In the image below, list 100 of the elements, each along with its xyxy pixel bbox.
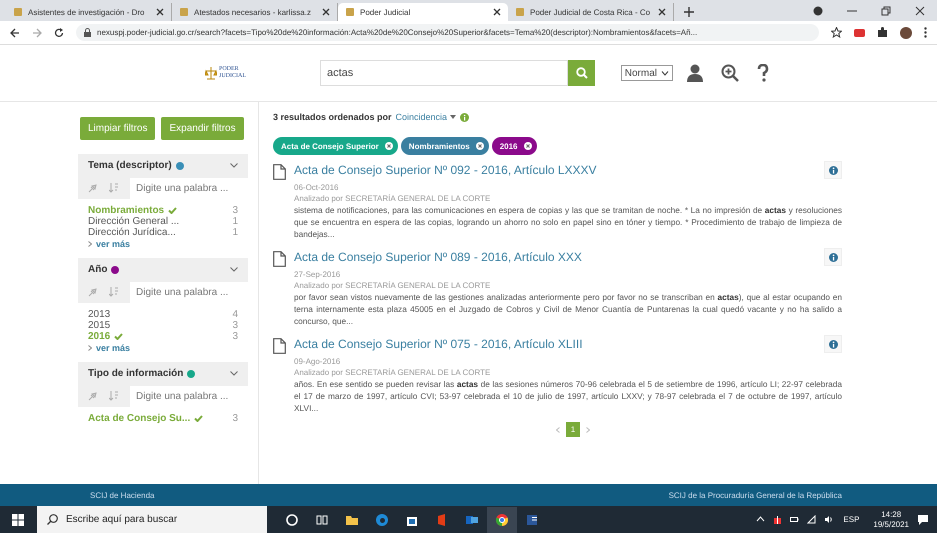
- info-icon: [828, 166, 838, 174]
- result-snippet: años. En ese sentido se pueden revisar las actas de las sesiones números 70-96 celebrada el 5 de setiembre de 1996, artículo LI; 22-97 celebrada el 17 de marzo de 1997, artículo CVI; 53-97 celebrada el 10 de julio de 1997, artículo LXXV; y 78-97 celebrada el 7 de octubre de 1997, artículo XLVI...: [294, 378, 842, 414]
- result-date: 09-Ago-2016: [294, 356, 342, 367]
- avatar-icon[interactable]: [900, 26, 912, 38]
- notification-icon[interactable]: [917, 514, 929, 526]
- info-icon: [828, 340, 838, 348]
- wifi-icon[interactable]: [807, 515, 816, 524]
- facet-title: Tipo de información: [88, 368, 184, 379]
- item-count: 4: [232, 309, 238, 320]
- result-snippet: sistema de notificaciones, para las comunicaciones en espera de copias y las que se tramitan de noche. * La no impresión de actas y resoluciones que se encuentra en espera de las copias, logrando un ahorro no solo en papel sino en tóner y tiempo. * Procedimiento de trabajo de limpieza de bandejas...: [294, 204, 842, 240]
- close-icon[interactable]: [322, 8, 330, 16]
- plus-icon[interactable]: [684, 7, 694, 17]
- chevron-down-icon[interactable]: [230, 163, 238, 168]
- result-author: Analizado por SECRETARÍA GENERAL DE LA CORTE: [294, 280, 492, 291]
- see-more-link[interactable]: ver más: [88, 239, 238, 249]
- facet-item[interactable]: 2015 3: [88, 320, 238, 331]
- info-button[interactable]: [824, 248, 842, 266]
- remove-icon: [384, 142, 393, 150]
- browser-tab[interactable]: Poder Judicial de Costa Rica - Co: [508, 3, 674, 21]
- info-button[interactable]: [824, 161, 842, 179]
- address-bar[interactable]: nexuspj.poder-judicial.go.cr/search?facets=Tipo%20de%20información:Acta%20de%20Consejo%20Superior&facets=Tema%20(descriptor):Nombramientos&facets=Añ...: [76, 24, 819, 41]
- search-field[interactable]: actas: [320, 60, 568, 86]
- filter-input[interactable]: Digite una palabra ...: [130, 178, 248, 198]
- item-count: 3: [232, 320, 238, 331]
- clock-date[interactable]: 19/5/2021: [873, 520, 909, 530]
- result-title-link[interactable]: Acta de Consejo Superior Nº 075 - 2016, Artículo XLIII: [294, 337, 583, 351]
- item-count: 1: [232, 216, 238, 227]
- close-icon[interactable]: [915, 6, 925, 16]
- check-icon: [168, 207, 178, 214]
- footer-link[interactable]: SCIJ de la Procuraduría General de la República: [668, 490, 842, 500]
- extension-icon[interactable]: [854, 27, 865, 38]
- facet-header[interactable]: Año: [78, 258, 248, 281]
- search-icon: [576, 67, 588, 79]
- close-icon[interactable]: [493, 8, 501, 16]
- chrome-icon[interactable]: [487, 506, 517, 532]
- clock-time[interactable]: 14:28: [881, 510, 902, 520]
- windows-icon[interactable]: [12, 514, 24, 526]
- close-icon[interactable]: [156, 8, 164, 16]
- close-icon[interactable]: [658, 8, 666, 16]
- result-author: Analizado por SECRETARÍA GENERAL DE LA CORTE: [294, 367, 492, 378]
- item-count: 3: [232, 413, 238, 424]
- tab-title: Poder Judicial de Costa Rica - Co: [530, 8, 652, 16]
- browser-tab[interactable]: Asistentes de investigación - Dro: [6, 3, 172, 21]
- caret-icon: [661, 70, 669, 76]
- facet-item[interactable]: 2013 4: [88, 309, 238, 320]
- result-date: 27-Sep-2016: [294, 269, 342, 280]
- tab-title: Asistentes de investigación - Dro: [28, 8, 146, 16]
- mode-dropdown[interactable]: Normal: [620, 65, 673, 81]
- favicon-icon: [515, 7, 525, 17]
- document-icon: [273, 164, 286, 180]
- search-button[interactable]: [568, 60, 595, 86]
- more-icon[interactable]: [924, 27, 927, 38]
- reload-icon[interactable]: [54, 28, 64, 38]
- filter-input[interactable]: Digite una palabra ...: [130, 386, 248, 406]
- footer-link[interactable]: SCIJ de Hacienda: [90, 490, 154, 500]
- item-count: 3: [232, 331, 238, 342]
- result-date: 06-Oct-2016: [294, 182, 340, 193]
- chevron-down-icon[interactable]: [230, 267, 238, 272]
- chevron-down-icon[interactable]: [230, 371, 238, 376]
- tab-title: Atestados necesarios - karlissa.z: [194, 8, 312, 16]
- chevron-right-icon: [88, 241, 92, 247]
- facet-item[interactable]: Dirección Jurídica... 1: [88, 227, 238, 238]
- caret-icon: [450, 115, 456, 119]
- facet-header[interactable]: Tema (descriptor): [78, 154, 248, 177]
- chevron-up-icon[interactable]: [756, 515, 766, 524]
- facet-item[interactable]: Dirección General ... 1: [88, 216, 238, 227]
- favicon-icon: [345, 7, 355, 17]
- results-summary: 3 resultados ordenados por: [273, 112, 392, 122]
- filter-input[interactable]: Digite una palabra ...: [130, 282, 248, 302]
- facet-header[interactable]: Tipo de información: [78, 362, 248, 385]
- filter-chip[interactable]: 2016: [492, 137, 536, 155]
- item-count: 1: [232, 227, 238, 238]
- battery-icon[interactable]: [790, 515, 800, 524]
- url-text: nexuspj.poder-judicial.go.cr/search?facets=Tipo%20de%20información:Acta%20de%20Consejo%20Superior&facets=Tema%20(descriptor):Nombramientos&facets=Añ...: [97, 28, 698, 37]
- user-icon[interactable]: [687, 64, 703, 82]
- remove-icon: [476, 142, 484, 150]
- see-more-link[interactable]: ver más: [88, 343, 238, 353]
- remove-icon: [524, 142, 532, 150]
- help-icon[interactable]: [757, 64, 769, 82]
- sort-dropdown[interactable]: Coincidencia: [396, 112, 456, 122]
- chevron-right-icon: [88, 345, 92, 351]
- browser-tab[interactable]: Poder Judicial: [338, 3, 508, 21]
- speaker-icon[interactable]: [824, 515, 834, 524]
- filter-chip[interactable]: Nombramientos: [400, 137, 489, 155]
- info-button[interactable]: [824, 335, 842, 353]
- result-author: Analizado por SECRETARÍA GENERAL DE LA CORTE: [294, 193, 492, 204]
- tab-title: Poder Judicial: [360, 8, 412, 16]
- taskbar-search-field[interactable]: Escribe aquí para buscar: [37, 506, 267, 533]
- result-title-link[interactable]: Acta de Consejo Superior Nº 092 - 2016, Artículo LXXXV: [294, 163, 597, 177]
- restore-icon[interactable]: [881, 6, 891, 16]
- zoom-in-icon[interactable]: [721, 64, 739, 82]
- back-icon[interactable]: [10, 28, 20, 38]
- record-icon[interactable]: [813, 6, 823, 16]
- star-icon[interactable]: [831, 27, 842, 38]
- info-icon[interactable]: [460, 112, 470, 122]
- result-title-link[interactable]: Acta de Consejo Superior Nº 089 - 2016, Artículo XXX: [294, 250, 582, 264]
- language-indicator[interactable]: ESP: [843, 515, 860, 524]
- check-icon: [114, 333, 124, 340]
- info-icon: [828, 252, 838, 262]
- search-icon: [47, 514, 58, 525]
